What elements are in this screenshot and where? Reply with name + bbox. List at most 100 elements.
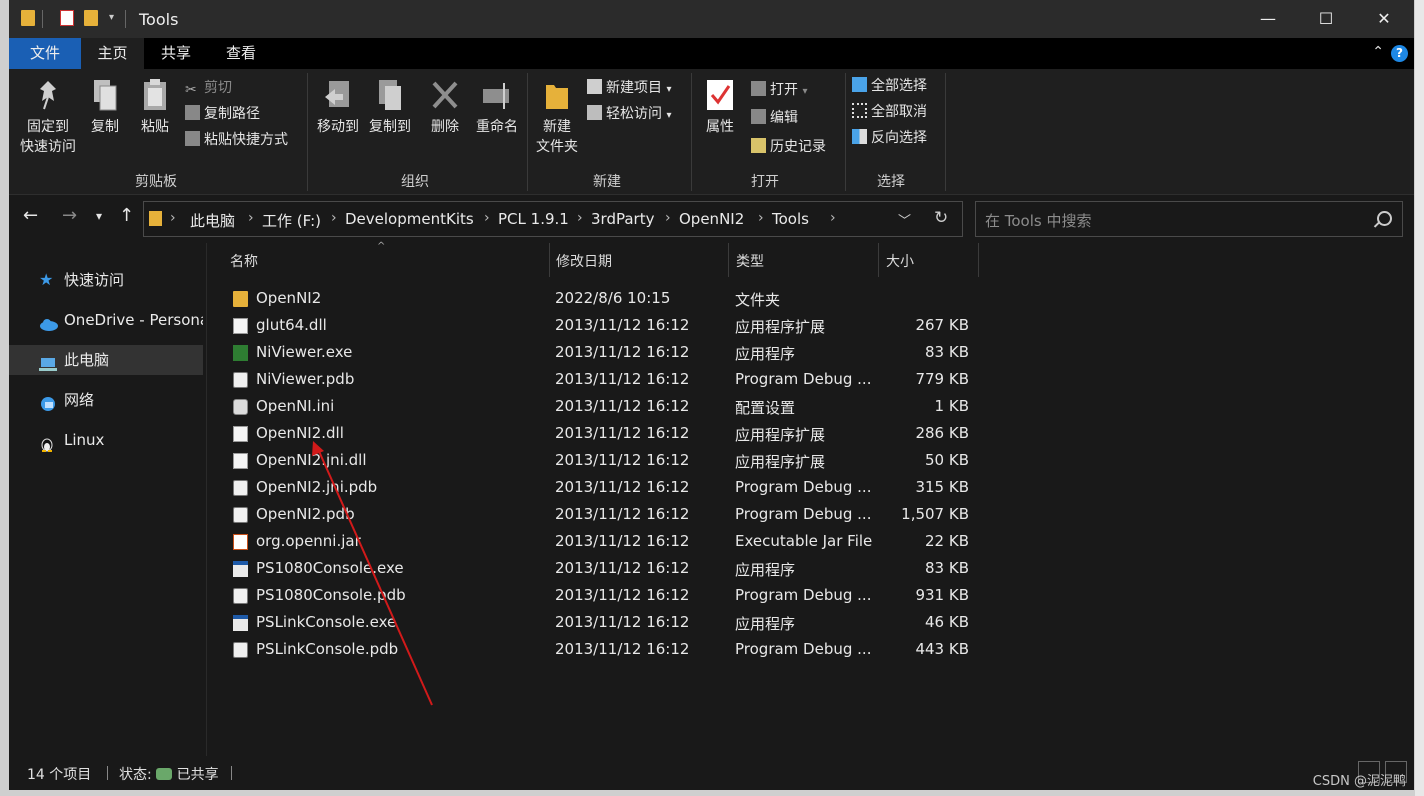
new-folder-quick-icon[interactable] xyxy=(84,10,98,26)
refresh-icon[interactable]: ↻ xyxy=(934,208,948,228)
file-row[interactable]: OpenNI.ini 2013/11/12 16:12 配置设置 1 KB xyxy=(229,394,979,421)
breadcrumb-developmentkits[interactable]: DevelopmentKits xyxy=(345,210,474,228)
column-divider[interactable] xyxy=(878,243,879,277)
properties-button[interactable]: 属性 xyxy=(697,77,743,137)
search-input[interactable]: 在 Tools 中搜索 xyxy=(985,210,1092,231)
tab-share[interactable]: 共享 xyxy=(146,38,206,69)
nav-item-quick-access[interactable]: ★ 快速访问 xyxy=(9,265,203,295)
pin-quick-access-button[interactable]: 固定到 快速访问 xyxy=(13,77,83,157)
file-row[interactable]: NiViewer.pdb 2013/11/12 16:12 Program Debu… xyxy=(229,367,979,394)
invert-selection-button[interactable]: 反向选择 xyxy=(852,127,927,149)
copy-button[interactable]: 复制 xyxy=(85,77,125,137)
column-divider[interactable] xyxy=(549,243,550,277)
column-divider[interactable] xyxy=(978,243,979,277)
file-type: Program Debug ... xyxy=(735,640,872,658)
open-button[interactable]: 打开 ▾ xyxy=(751,79,807,101)
address-dropdown-chevron-icon[interactable]: ﹀ xyxy=(898,210,911,229)
status-bar: 14 个项目 状态: 已共享 xyxy=(9,756,1414,790)
copy-path-button[interactable]: 复制路径 xyxy=(185,103,260,125)
file-row[interactable]: OpenNI2.pdb 2013/11/12 16:12 Program Debug… xyxy=(229,502,979,529)
maximize-button[interactable]: ☐ xyxy=(1297,0,1355,38)
nav-item-onedrive[interactable]: OneDrive - Persona xyxy=(9,305,203,335)
file-row[interactable]: PSLinkConsole.pdb 2013/11/12 16:12 Program… xyxy=(229,637,979,664)
breadcrumb-this-pc[interactable]: 此电脑 xyxy=(190,210,235,231)
forward-arrow-icon[interactable]: → xyxy=(62,205,77,226)
file-row[interactable]: glut64.dll 2013/11/12 16:12 应用程序扩展 267 KB xyxy=(229,313,979,340)
column-divider[interactable] xyxy=(728,243,729,277)
address-bar[interactable]: › 此电脑 › 工作 (F:) › DevelopmentKits › PCL … xyxy=(143,201,963,237)
select-none-button[interactable]: 全部取消 xyxy=(852,101,927,123)
file-row[interactable]: OpenNI2.jni.pdb 2013/11/12 16:12 Program D… xyxy=(229,475,979,502)
search-box[interactable]: 在 Tools 中搜索 xyxy=(975,201,1403,237)
column-header-type[interactable]: 类型 xyxy=(736,251,764,271)
new-item-button[interactable]: 新建项目 ▾ xyxy=(587,77,671,99)
delete-button[interactable]: 删除 xyxy=(425,77,465,137)
back-arrow-icon[interactable]: ← xyxy=(23,205,38,226)
column-header-size[interactable]: 大小 xyxy=(886,251,914,271)
new-folder-button[interactable]: 新建 文件夹 xyxy=(531,77,583,157)
breadcrumb-openni2[interactable]: OpenNI2 xyxy=(679,210,744,228)
close-button[interactable]: ✕ xyxy=(1355,0,1413,38)
nav-item-linux[interactable]: Linux xyxy=(9,425,203,455)
breadcrumb-3rdparty[interactable]: 3rdParty xyxy=(591,210,654,228)
select-all-button[interactable]: 全部选择 xyxy=(852,75,927,97)
move-to-button[interactable]: 移动到 xyxy=(313,77,363,137)
paste-shortcut-button[interactable]: 粘贴快捷方式 xyxy=(185,129,288,151)
file-row[interactable]: NiViewer.exe 2013/11/12 16:12 应用程序 83 KB xyxy=(229,340,979,367)
breadcrumb-drive[interactable]: 工作 (F:) xyxy=(262,210,321,231)
file-row[interactable]: PS1080Console.exe 2013/11/12 16:12 应用程序 83 … xyxy=(229,556,979,583)
file-row[interactable]: OpenNI2.jni.dll 2013/11/12 16:12 应用程序扩展 50 … xyxy=(229,448,979,475)
folder-icon xyxy=(149,211,162,226)
column-header-date[interactable]: 修改日期 xyxy=(556,251,612,271)
penguin-icon xyxy=(39,432,56,452)
history-button[interactable]: 历史记录 xyxy=(751,136,826,158)
up-arrow-icon[interactable]: ↑ xyxy=(119,205,134,226)
file-row[interactable]: OpenNI2.dll 2013/11/12 16:12 应用程序扩展 286 KB xyxy=(229,421,979,448)
quick-access-dropdown-icon[interactable]: ▾ xyxy=(109,12,114,23)
file-type: 应用程序 xyxy=(735,615,796,633)
file-name: org.openni.jar xyxy=(256,532,361,550)
tab-view[interactable]: 查看 xyxy=(211,38,271,69)
file-size: 315 KB xyxy=(915,478,969,496)
explorer-window: ▾ Tools — ☐ ✕ 文件 主页 共享 查看 ⌃ ? 固定到 快速访问 复… xyxy=(9,0,1414,790)
search-icon[interactable] xyxy=(1377,211,1392,226)
file-row[interactable]: PSLinkConsole.exe 2013/11/12 16:12 应用程序 46 … xyxy=(229,610,979,637)
file-type: Program Debug ... xyxy=(735,586,872,604)
rename-button[interactable]: 重命名 xyxy=(471,77,523,137)
paste-button[interactable]: 粘贴 xyxy=(135,77,175,137)
cut-button[interactable]: ✂ 剪切 xyxy=(185,77,232,99)
pdb-icon xyxy=(233,372,248,388)
breadcrumb-tools[interactable]: Tools xyxy=(772,210,809,228)
breadcrumb-pcl[interactable]: PCL 1.9.1 xyxy=(498,210,569,228)
file-row[interactable]: org.openni.jar 2013/11/12 16:12 Executable… xyxy=(229,529,979,556)
group-label-organize: 组织 xyxy=(401,174,429,190)
file-row[interactable]: OpenNI2 2022/8/6 10:15 文件夹 xyxy=(229,286,979,313)
breadcrumb-chevron-icon: › xyxy=(484,210,490,226)
file-row[interactable]: PS1080Console.pdb 2013/11/12 16:12 Program… xyxy=(229,583,979,610)
tab-home[interactable]: 主页 xyxy=(81,38,144,69)
paste-shortcut-icon xyxy=(185,131,200,146)
nav-item-this-pc[interactable]: 此电脑 xyxy=(9,345,203,375)
exe-icon xyxy=(233,561,248,577)
collapse-ribbon-icon[interactable]: ⌃ xyxy=(1372,44,1384,60)
minimize-button[interactable]: — xyxy=(1239,0,1297,38)
tab-file[interactable]: 文件 xyxy=(9,38,81,69)
recent-locations-chevron-icon[interactable]: ▾ xyxy=(96,209,102,223)
file-size: 1,507 KB xyxy=(901,505,969,523)
copy-to-button[interactable]: 复制到 xyxy=(365,77,415,137)
easy-access-button[interactable]: 轻松访问 ▾ xyxy=(587,103,671,125)
help-icon[interactable]: ? xyxy=(1391,45,1408,62)
file-size: 267 KB xyxy=(915,316,969,334)
file-type: 应用程序 xyxy=(735,345,796,363)
folder-icon xyxy=(233,291,248,307)
group-separator xyxy=(307,73,308,191)
breadcrumb-chevron-icon: › xyxy=(170,210,176,226)
nav-item-network[interactable]: 网络 xyxy=(9,385,203,415)
column-header-name[interactable]: 名称 xyxy=(230,251,258,271)
sort-ascending-icon: ^ xyxy=(377,241,386,252)
edit-button[interactable]: 编辑 xyxy=(751,107,798,129)
ribbon-tabs: 文件 主页 共享 查看 ⌃ ? xyxy=(9,38,1414,69)
properties-quick-icon[interactable] xyxy=(60,10,74,26)
watermark: CSDN @泥泥鸭 xyxy=(1312,774,1406,789)
shared-users-icon xyxy=(156,768,173,780)
